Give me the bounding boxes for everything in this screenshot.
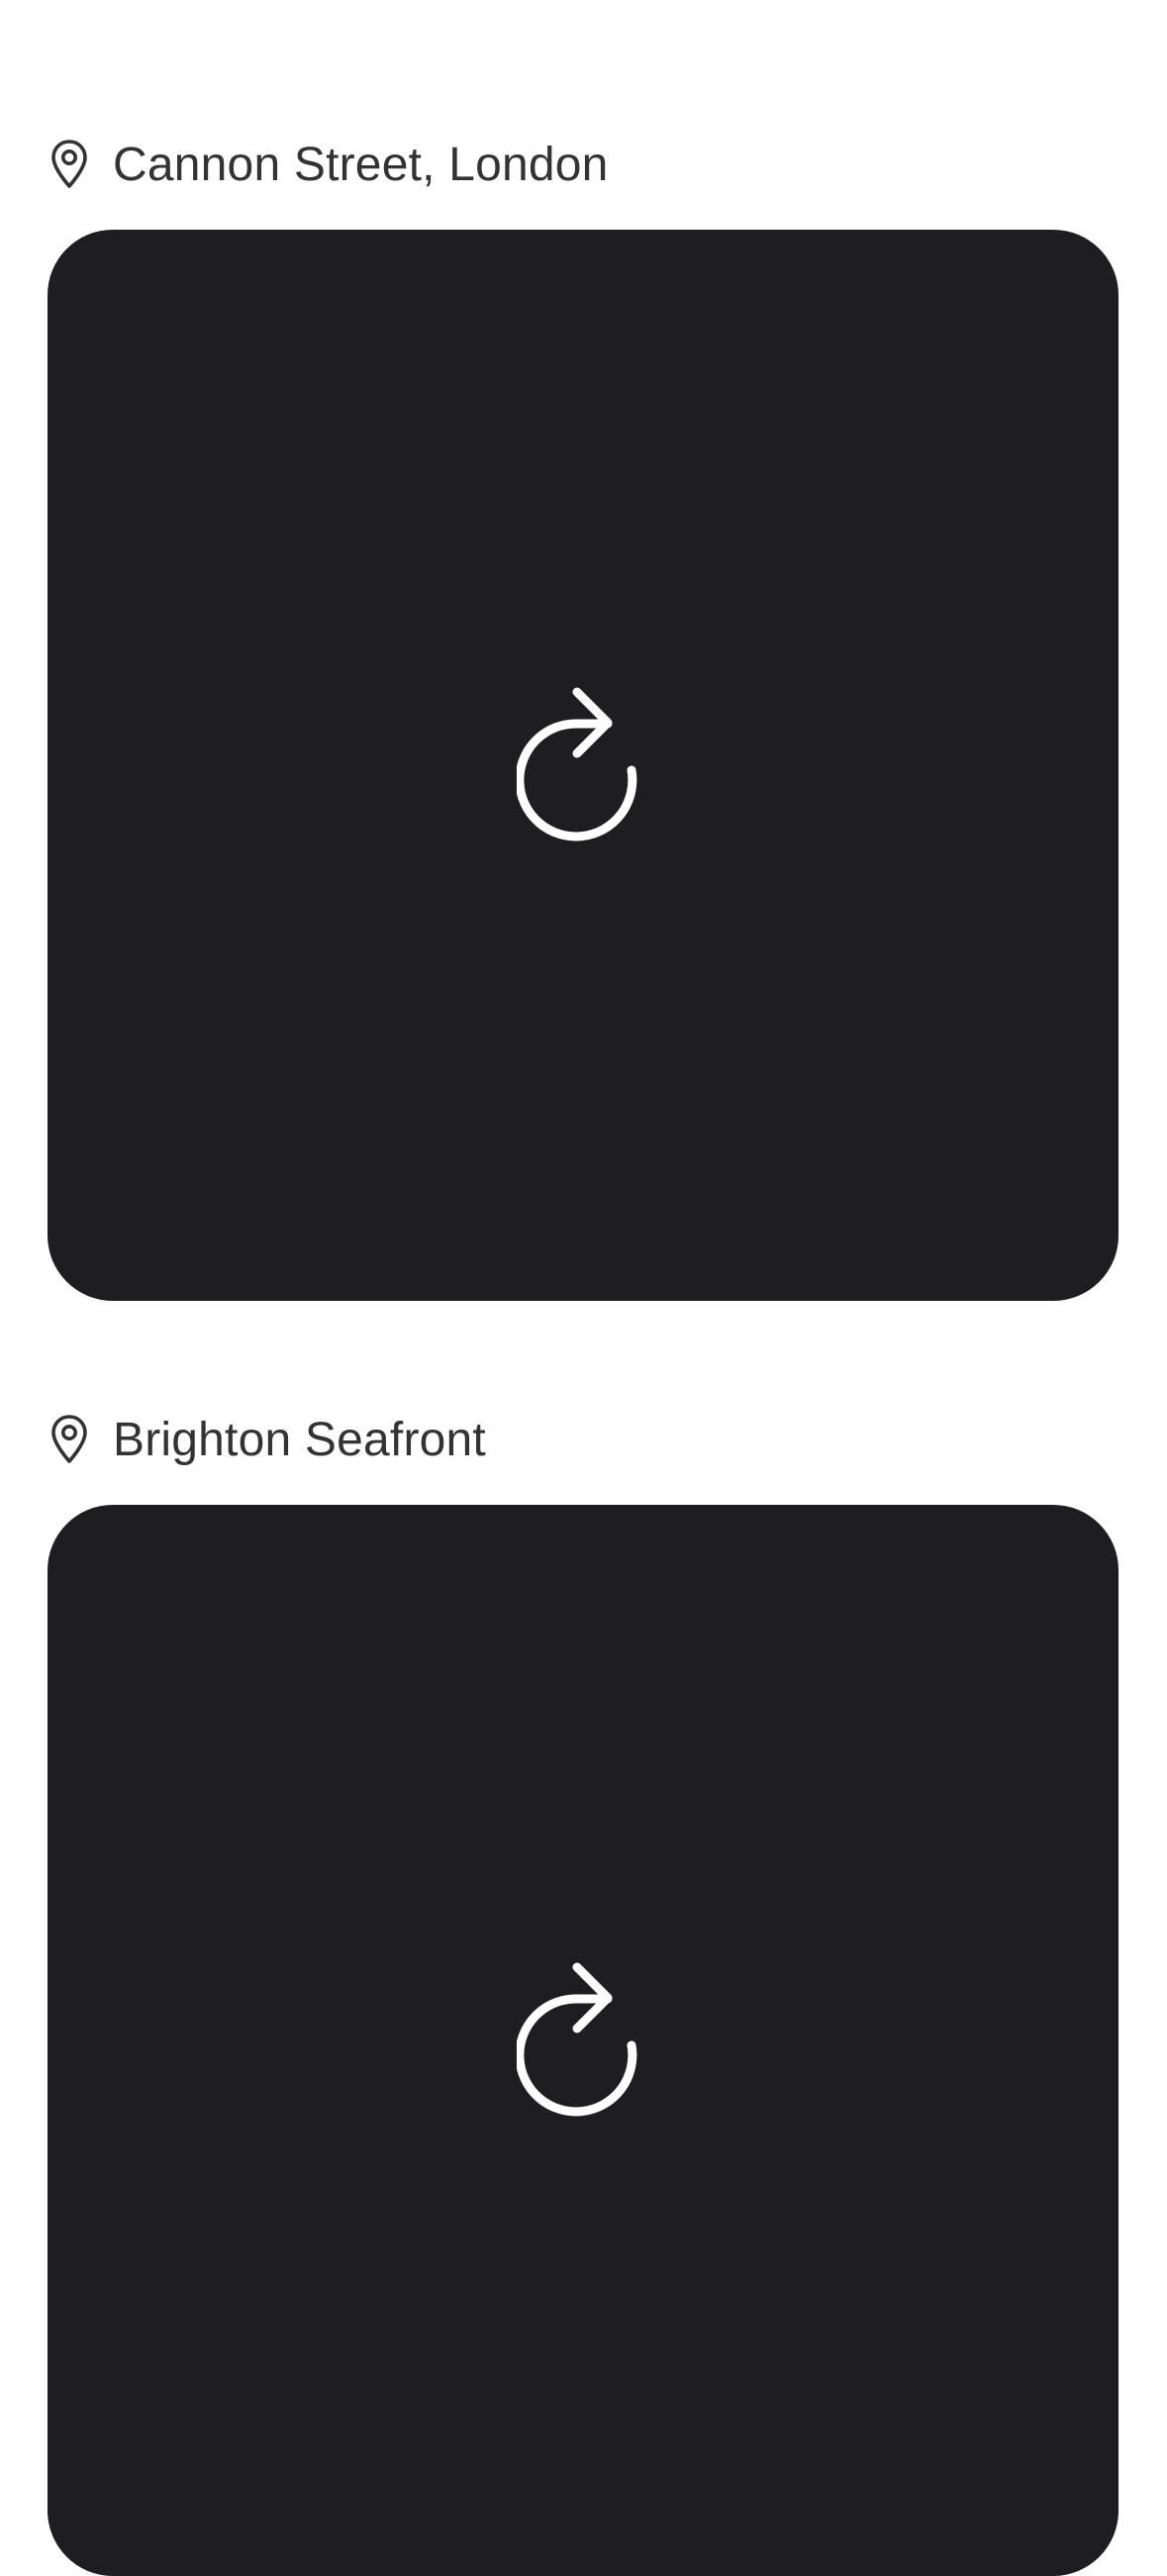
location-label: Brighton Seafront <box>113 1413 486 1466</box>
map-pin-icon <box>49 139 89 190</box>
reload-button[interactable] <box>509 681 657 849</box>
media-placeholder[interactable] <box>48 230 1118 1301</box>
reload-icon <box>517 687 637 842</box>
reload-button[interactable] <box>509 1956 657 2125</box>
media-placeholder[interactable] <box>48 1505 1118 2576</box>
location-row[interactable]: Brighton Seafront <box>49 1412 486 1467</box>
location-label: Cannon Street, London <box>113 138 609 191</box>
reload-icon <box>517 1962 637 2117</box>
location-row[interactable]: Cannon Street, London <box>49 137 609 192</box>
map-pin-icon <box>49 1414 89 1465</box>
